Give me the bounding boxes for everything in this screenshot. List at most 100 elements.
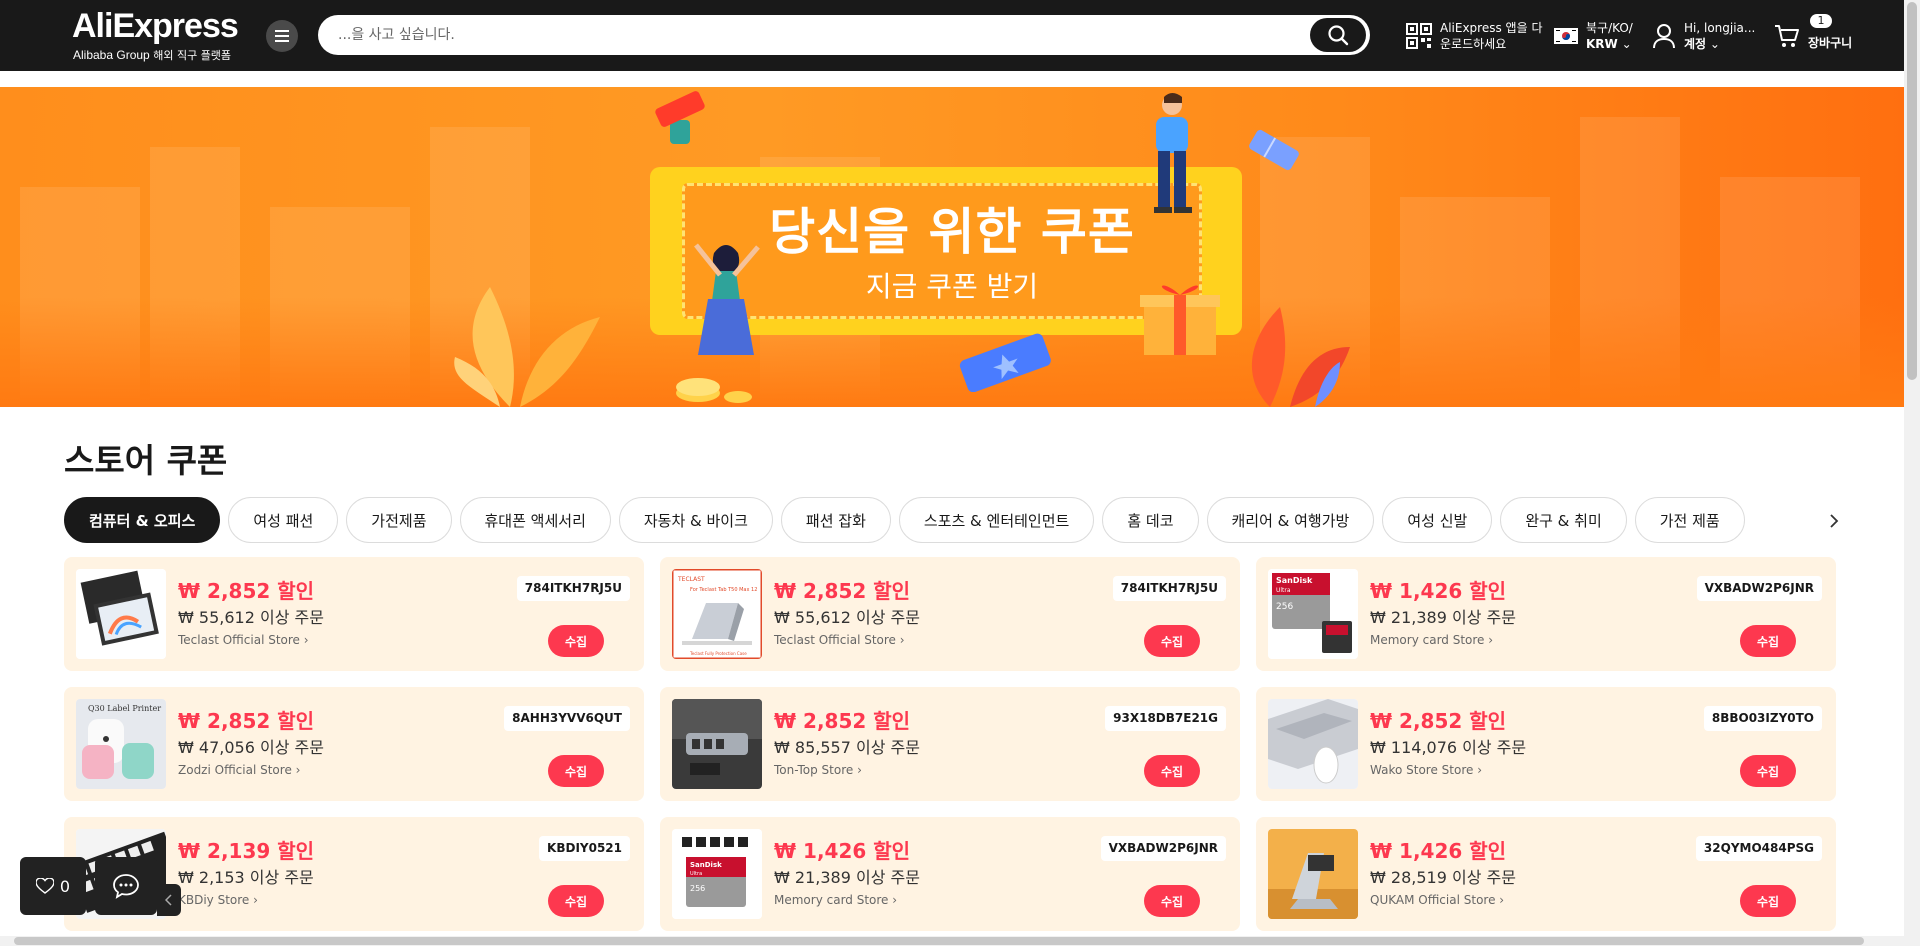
collect-coupon-button[interactable]: 수집	[548, 885, 604, 917]
tabs-next-button[interactable]	[1822, 509, 1846, 533]
collect-coupon-button[interactable]: 수집	[548, 755, 604, 787]
coupon-discount: ₩ 2,852 할인	[774, 579, 911, 603]
coupon-card[interactable]: ₩ 2,852 할인 ₩ 114,076 이상 주문 Wako Store Stor…	[1256, 687, 1836, 801]
account-menu[interactable]: Hi, longjia... 계정 ⌄	[1652, 16, 1755, 56]
product-thumbnail[interactable]: SanDisk Ultra 256	[672, 829, 762, 919]
chevron-right-icon: ›	[892, 893, 898, 907]
widget-collapse-button[interactable]	[157, 884, 181, 916]
collect-coupon-button[interactable]: 수집	[1740, 625, 1796, 657]
coupon-card[interactable]: ₩ 2,852 할인 ₩ 85,557 이상 주문 Ton-Top Store › 9…	[660, 687, 1240, 801]
category-tab[interactable]: 휴대폰 액세서리	[459, 497, 611, 543]
horizontal-scrollbar[interactable]	[0, 936, 1904, 946]
vertical-scrollbar[interactable]	[1904, 0, 1920, 946]
chat-widget[interactable]	[95, 857, 157, 915]
store-link[interactable]: Memory card Store ›	[774, 893, 897, 907]
store-link[interactable]: Ton-Top Store ›	[774, 763, 862, 777]
coupon-min-order: ₩ 2,153 이상 주문	[178, 868, 314, 887]
download-app-link[interactable]: AliExpress 앱을 다 운로드하세요	[1406, 16, 1542, 56]
collect-coupon-button[interactable]: 수집	[1740, 755, 1796, 787]
collect-coupon-button[interactable]: 수집	[1144, 625, 1200, 657]
category-tab[interactable]: 여성 패션	[228, 497, 339, 543]
coupon-code: 784ITKH7RJ5U	[516, 576, 630, 601]
category-tab[interactable]: 홈 데코	[1102, 497, 1199, 543]
collect-coupon-button[interactable]: 수집	[548, 625, 604, 657]
svg-text:Ultra: Ultra	[1276, 587, 1291, 594]
store-link[interactable]: QUKAM Official Store ›	[1370, 893, 1504, 907]
coupon-card[interactable]: Q30 Label Printer ₩ 2,852 할인 ₩ 47,056 이상 주…	[64, 687, 644, 801]
coupon-code: VXBADW2P6JNR	[1100, 836, 1226, 861]
wishlist-widget[interactable]: 0	[20, 857, 86, 915]
category-tab[interactable]: 캐리어 & 여행가방	[1206, 497, 1375, 543]
coupon-min-order: ₩ 55,612 이상 주문	[774, 608, 920, 627]
chevron-left-icon	[165, 894, 172, 906]
product-thumbnail[interactable]	[76, 569, 166, 659]
store-link[interactable]: Teclast Official Store ›	[178, 633, 309, 647]
category-tab[interactable]: 자동차 & 바이크	[618, 497, 773, 543]
wishlist-count: 0	[59, 876, 71, 896]
heart-icon	[35, 878, 54, 894]
coupon-card[interactable]: ₩ 1,426 할인 ₩ 28,519 이상 주문 QUKAM Official S…	[1256, 817, 1836, 931]
coupon-card[interactable]: TECLAST For Teclast Tab T50 Max 12 Teclast…	[660, 557, 1240, 671]
region-currency-selector[interactable]: 북구/KO/KRW ⌄	[1554, 16, 1633, 56]
vertical-scroll-thumb[interactable]	[1907, 2, 1917, 380]
product-thumbnail[interactable]	[1268, 829, 1358, 919]
product-thumbnail[interactable]	[1268, 699, 1358, 789]
coupon-card[interactable]: SanDisk Ultra 256 ₩ 1,426 할인 ₩ 21,389 이상 주문 M…	[1256, 557, 1836, 671]
coupon-min-order: ₩ 47,056 이상 주문	[178, 738, 324, 757]
product-thumbnail[interactable]: TECLAST For Teclast Tab T50 Max 12 Teclast…	[672, 569, 762, 659]
category-tab[interactable]: 스포츠 & 엔터테인먼트	[898, 497, 1095, 543]
person-sitting-illustration	[1154, 93, 1192, 213]
hamburger-icon	[275, 30, 289, 42]
category-tab[interactable]: 컴퓨터 & 오피스	[64, 497, 221, 543]
coupon-discount: ₩ 1,426 할인	[1370, 579, 1507, 603]
category-tab[interactable]: 패션 잡화	[780, 497, 891, 543]
chevron-right-icon	[1830, 514, 1839, 528]
aliexpress-logo[interactable]: AliExpress Alibaba Group 해외 직구 플랫폼	[72, 7, 252, 63]
store-link[interactable]: Memory card Store ›	[1370, 633, 1493, 647]
category-tab[interactable]: 가전 제품	[1634, 497, 1745, 543]
search-bar	[318, 15, 1370, 55]
svg-text:SanDisk: SanDisk	[1276, 576, 1313, 585]
search-input[interactable]	[338, 23, 1298, 47]
collect-coupon-button[interactable]: 수집	[1144, 755, 1200, 787]
coupon-discount: ₩ 2,852 할인	[178, 579, 315, 603]
category-menu-button[interactable]	[266, 20, 298, 52]
coupon-min-order: ₩ 114,076 이상 주문	[1370, 738, 1527, 757]
chevron-right-icon: ›	[1477, 763, 1483, 777]
product-thumbnail[interactable]: Q30 Label Printer	[76, 699, 166, 789]
chevron-right-icon: ›	[303, 633, 309, 647]
search-icon	[1328, 25, 1349, 46]
coupon-discount: ₩ 2,852 할인	[178, 709, 315, 733]
chevron-right-icon: ›	[253, 893, 258, 907]
search-button[interactable]	[1310, 18, 1366, 52]
category-tab[interactable]: 가전제품	[346, 497, 452, 543]
logo-wordmark: AliExpress	[72, 7, 239, 45]
banner-subtitle: 지금 쿠폰 받기	[865, 270, 1039, 303]
blue-ticket-illustration	[959, 333, 1051, 392]
coupon-min-order: ₩ 55,612 이상 주문	[178, 608, 324, 627]
store-link[interactable]: KBDiy Store ›	[178, 893, 258, 907]
product-thumbnail[interactable]: SanDisk Ultra 256	[1268, 569, 1358, 659]
collect-coupon-button[interactable]: 수집	[1144, 885, 1200, 917]
store-link[interactable]: Teclast Official Store ›	[774, 633, 905, 647]
store-link[interactable]: Wako Store Store ›	[1370, 763, 1482, 777]
coupon-card[interactable]: SanDisk Ultra 256 ₩ 1,426 할인 ₩ 21,389 이상 주문 M…	[660, 817, 1240, 931]
horizontal-scroll-thumb[interactable]	[14, 937, 1864, 945]
coupon-discount: ₩ 1,426 할인	[1370, 839, 1507, 863]
category-tab[interactable]: 여성 신발	[1382, 497, 1493, 543]
red-ticket-illustration	[655, 91, 705, 127]
person-cheering-illustration	[694, 243, 760, 355]
chevron-right-icon: ›	[295, 763, 301, 777]
coupon-banner[interactable]: 당신을 위한 쿠폰 지금 쿠폰 받기	[0, 87, 1904, 407]
gift-box-illustration	[1140, 285, 1220, 355]
product-thumbnail[interactable]	[672, 699, 762, 789]
collect-coupon-button[interactable]: 수집	[1740, 885, 1796, 917]
coupon-card[interactable]: ₩ 2,852 할인 ₩ 55,612 이상 주문 Teclast Official…	[64, 557, 644, 671]
cart-link[interactable]: 1 장바구니	[1774, 14, 1852, 56]
cart-count-badge: 1	[1810, 14, 1832, 28]
coupon-min-order: ₩ 21,389 이상 주문	[1370, 608, 1516, 627]
store-link[interactable]: Zodzi Official Store ›	[178, 763, 300, 777]
category-tab[interactable]: 완구 & 취미	[1500, 497, 1627, 543]
svg-text:SanDisk: SanDisk	[690, 861, 722, 869]
coins-illustration	[676, 378, 752, 403]
